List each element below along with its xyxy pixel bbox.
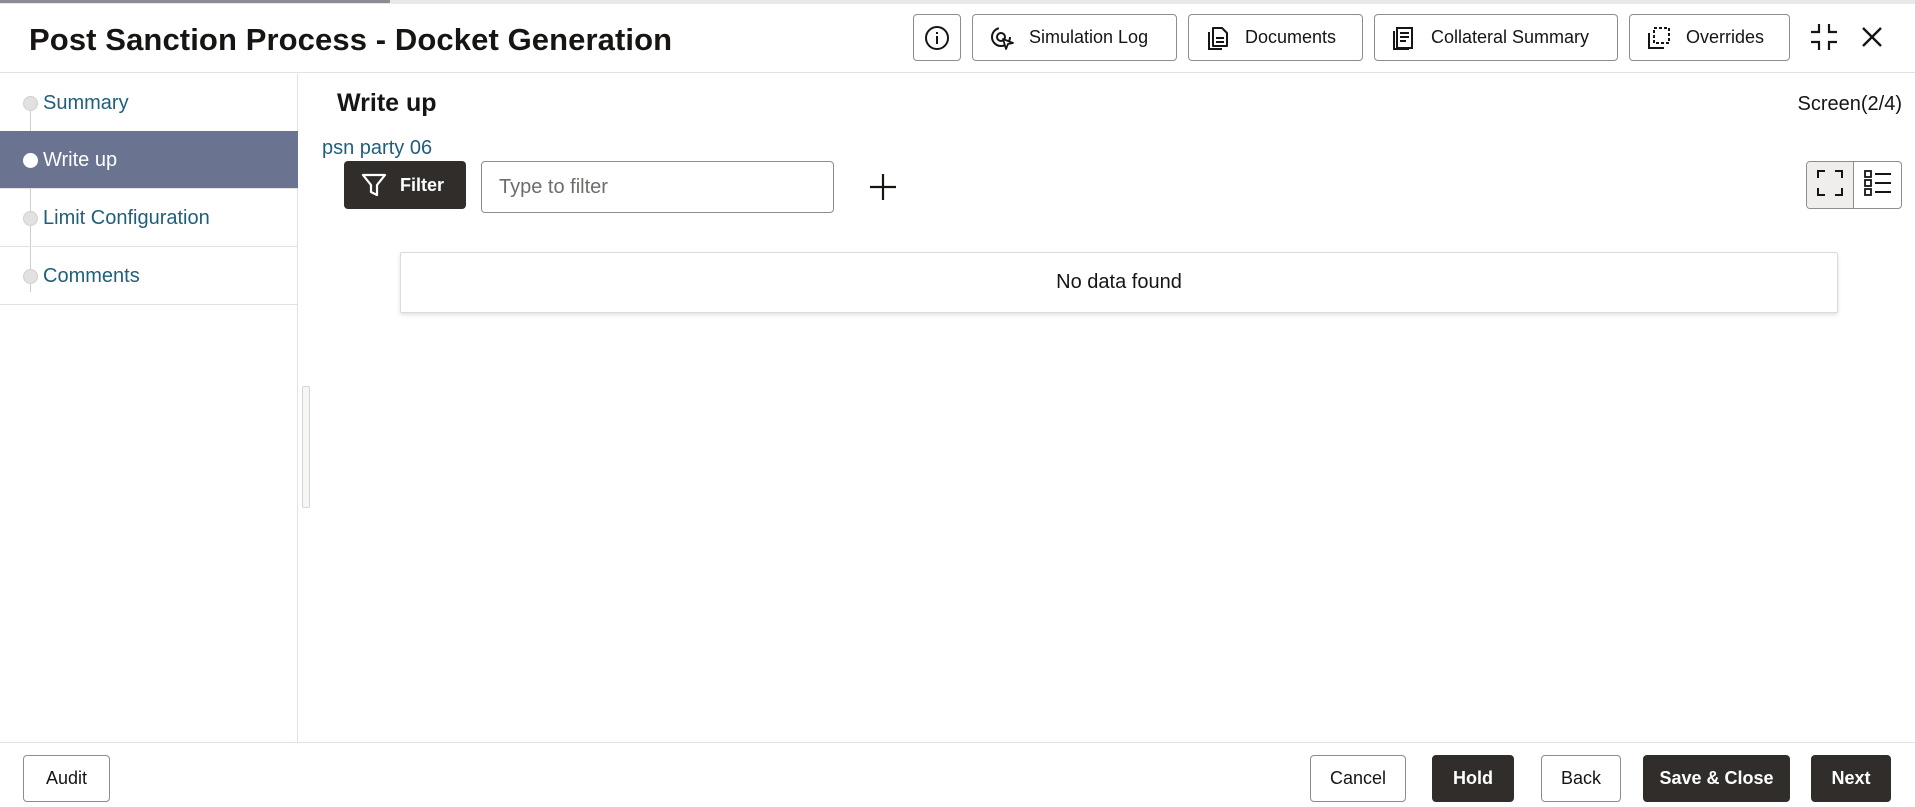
sidebar-item-comments[interactable]: Comments [0,247,298,305]
filter-input[interactable] [481,161,834,213]
documents-label: Documents [1245,27,1337,47]
collateral-summary-icon [1391,25,1417,51]
sidebar-item-label: Limit Configuration [43,207,210,229]
empty-state-card: No data found [400,252,1838,313]
progress-indicator [0,0,390,3]
train-stop-sidebar: Summary Write up Limit Configuration Com… [0,74,298,742]
hold-button[interactable]: Hold [1432,755,1514,802]
step-dot [23,211,38,226]
documents-button[interactable]: Documents [1188,14,1363,61]
step-dot [23,96,38,111]
sidebar-item-summary[interactable]: Summary [0,74,298,132]
close-button[interactable] [1855,22,1889,56]
sidebar-item-label: Summary [43,92,129,114]
documents-icon [1205,25,1231,51]
step-dot [23,269,38,284]
overrides-label: Overrides [1686,27,1765,47]
audit-button[interactable]: Audit [23,755,110,802]
minimize-icon [1808,21,1840,58]
card-view-button[interactable] [1807,162,1855,208]
save-close-button[interactable]: Save & Close [1643,755,1790,802]
filter-label: Filter [400,174,445,195]
page-footer: Audit Cancel Hold Back Save & Close Next [0,742,1915,807]
page-title: Post Sanction Process - Docket Generatio… [29,22,673,57]
sidebar-item-label: Write up [43,149,118,171]
collateral-summary-button[interactable]: Collateral Summary [1374,14,1618,61]
expand-icon [1816,169,1844,202]
overrides-button[interactable]: Overrides [1629,14,1790,61]
cancel-button[interactable]: Cancel [1310,755,1406,802]
list-view-button[interactable] [1854,162,1901,208]
view-toggle [1806,161,1902,209]
page-header: Post Sanction Process - Docket Generatio… [0,4,1915,73]
overrides-icon [1646,25,1672,51]
plus-icon [867,171,899,208]
filter-icon [360,171,388,199]
filter-button[interactable]: Filter [344,161,466,209]
close-icon [1860,25,1884,54]
empty-message: No data found [1056,271,1182,293]
back-button[interactable]: Back [1541,755,1621,802]
info-button[interactable] [913,14,961,61]
step-dot [23,153,38,168]
list-icon [1863,169,1893,202]
simulation-log-icon [989,25,1015,51]
minimize-button[interactable] [1807,22,1841,56]
sidebar-resize-handle[interactable] [302,386,310,508]
info-icon [924,25,950,51]
next-button[interactable]: Next [1811,755,1891,802]
collateral-summary-label: Collateral Summary [1431,27,1590,47]
simulation-log-button[interactable]: Simulation Log [972,14,1177,61]
add-button[interactable] [865,171,901,207]
sidebar-item-limit-configuration[interactable]: Limit Configuration [0,189,298,247]
party-name-link[interactable]: psn party 06 [322,137,432,160]
sidebar-item-write-up[interactable]: Write up [0,131,298,189]
screen-counter: Screen(2/4) [1797,93,1903,115]
section-title: Write up [337,89,437,117]
simulation-log-label: Simulation Log [1029,27,1149,47]
sidebar-item-label: Comments [43,265,140,287]
